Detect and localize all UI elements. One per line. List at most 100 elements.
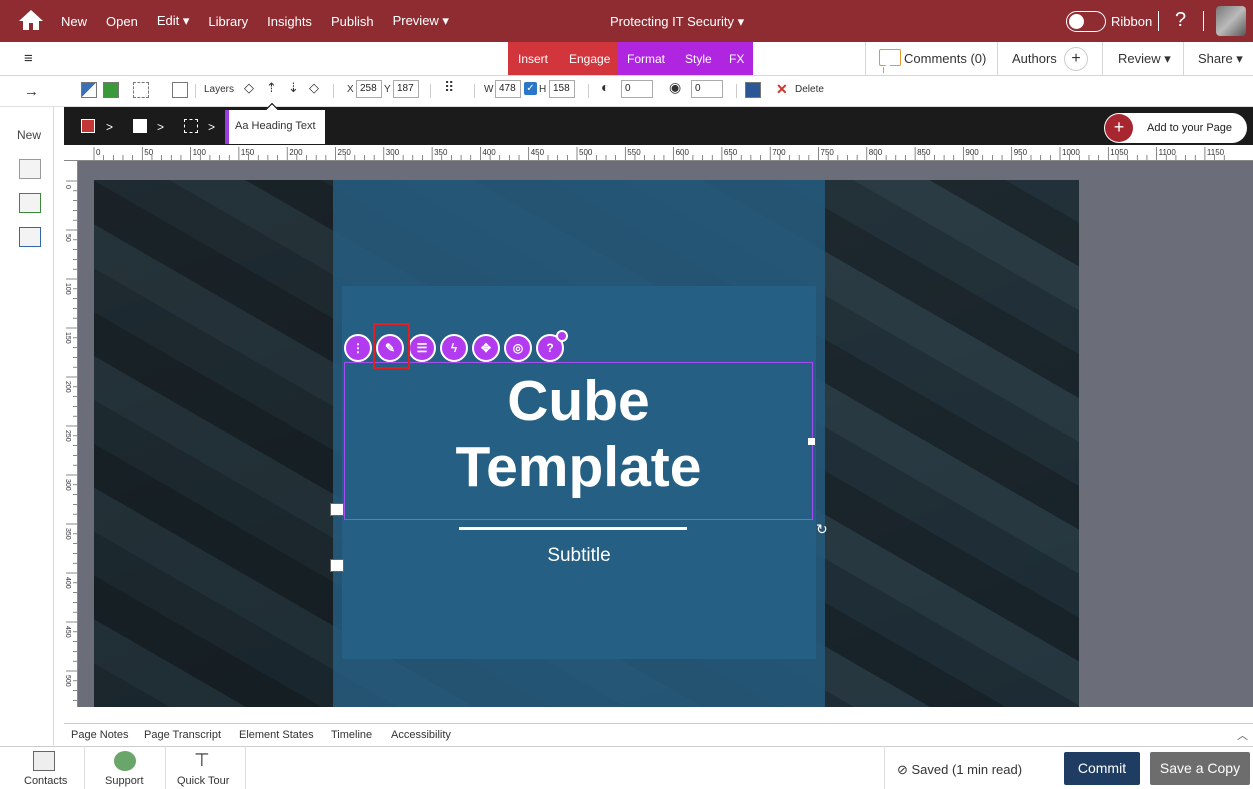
crumb-separator: > bbox=[106, 120, 114, 134]
ruler-label: 300 bbox=[386, 148, 400, 157]
menu-library[interactable]: Library bbox=[208, 14, 248, 29]
authors-label[interactable]: Authors bbox=[1012, 51, 1057, 66]
menu-open[interactable]: Open bbox=[106, 14, 138, 29]
tab-insert[interactable]: Insert bbox=[518, 52, 548, 66]
menu-edit[interactable]: Edit ▾ bbox=[157, 13, 190, 29]
layer-send-back-icon[interactable]: ◇ bbox=[309, 80, 319, 96]
border-icon[interactable] bbox=[133, 82, 149, 98]
heading-crumb[interactable]: Aa Heading Text bbox=[225, 110, 325, 144]
grid-icon[interactable]: ⠿ bbox=[444, 79, 454, 96]
tab-style[interactable]: Style bbox=[685, 52, 712, 66]
horizontal-ruler: 0 50 100 150 200 250 300 350 400 450 500 550 600 650 7… bbox=[64, 145, 1253, 161]
x-input[interactable]: 258 bbox=[356, 80, 382, 98]
menu-insights[interactable]: Insights bbox=[267, 14, 312, 29]
opacity-icon: ◐ bbox=[601, 79, 610, 95]
review-button[interactable]: Review ▾ bbox=[1118, 51, 1171, 67]
move-icon[interactable]: ✥ bbox=[472, 334, 500, 362]
menu-publish[interactable]: Publish bbox=[331, 14, 374, 29]
more-options-icon[interactable]: ⋮ bbox=[344, 334, 372, 362]
tab-accessibility[interactable]: Accessibility bbox=[391, 729, 451, 741]
support-icon[interactable] bbox=[114, 751, 136, 771]
image-placeholder-icon[interactable] bbox=[330, 559, 344, 572]
home-icon[interactable] bbox=[18, 9, 44, 31]
hamburger-icon[interactable]: ≡ bbox=[24, 50, 33, 67]
target-icon[interactable]: ◎ bbox=[504, 334, 532, 362]
add-author-button[interactable]: + bbox=[1064, 47, 1088, 71]
settings-sliders-icon[interactable]: ☰ bbox=[408, 334, 436, 362]
lock-ratio-checkbox[interactable]: ✓ bbox=[524, 82, 537, 95]
group-crumb-icon[interactable] bbox=[184, 119, 198, 133]
word-icon[interactable] bbox=[745, 82, 761, 98]
add-to-page-button[interactable]: + Add to your Page bbox=[1104, 113, 1247, 143]
tab-page-transcript[interactable]: Page Transcript bbox=[144, 729, 221, 741]
edit-box-icon[interactable] bbox=[172, 82, 188, 98]
tab-fx[interactable]: FX bbox=[729, 52, 744, 66]
page-crumb-icon[interactable] bbox=[133, 119, 147, 133]
menu-new[interactable]: New bbox=[61, 14, 87, 29]
rotate-icon[interactable]: ↻ bbox=[816, 521, 828, 538]
resize-handle[interactable] bbox=[808, 438, 815, 445]
arrow-right-icon[interactable]: → bbox=[24, 83, 39, 100]
ruler-label: 200 bbox=[64, 381, 71, 393]
quick-tour-button[interactable]: Quick Tour bbox=[177, 775, 229, 787]
avatar[interactable] bbox=[1216, 6, 1246, 36]
layer-forward-icon[interactable]: ⇡ bbox=[266, 80, 277, 96]
divider-line[interactable] bbox=[459, 527, 687, 530]
ruler-label: 0 bbox=[64, 185, 71, 189]
delete-icon[interactable]: ✕ bbox=[776, 81, 788, 98]
ruler-label: 400 bbox=[482, 148, 496, 157]
height-input[interactable]: 158 bbox=[549, 80, 575, 98]
delete-button[interactable]: Delete bbox=[795, 84, 824, 95]
tab-engage[interactable]: Engage bbox=[569, 52, 610, 66]
ruler-label: 100 bbox=[64, 283, 71, 295]
ruler-label: 200 bbox=[289, 148, 303, 157]
layer-bring-front-icon[interactable]: ◇ bbox=[244, 80, 254, 96]
ruler-label: 0 bbox=[96, 148, 101, 157]
y-input[interactable]: 187 bbox=[393, 80, 419, 98]
layers-label: Layers bbox=[204, 84, 235, 95]
rotation-input[interactable]: 0 bbox=[691, 80, 723, 98]
ribbon-toggle[interactable] bbox=[1066, 11, 1106, 32]
lightning-icon[interactable]: ϟ bbox=[440, 334, 468, 362]
ruler-label: 250 bbox=[64, 430, 71, 442]
tab-timeline[interactable]: Timeline bbox=[331, 729, 372, 741]
check-circle-icon: ⊘ bbox=[897, 762, 912, 777]
menu-preview[interactable]: Preview ▾ bbox=[393, 13, 449, 29]
question-page-icon[interactable] bbox=[19, 193, 41, 213]
tab-element-states[interactable]: Element States bbox=[239, 729, 314, 741]
commit-button[interactable]: Commit bbox=[1064, 752, 1140, 785]
divider bbox=[195, 84, 196, 98]
search-page-icon[interactable] bbox=[19, 227, 41, 247]
help-button[interactable]: ? bbox=[1175, 9, 1186, 32]
ruler-label: 300 bbox=[64, 479, 71, 491]
share-button[interactable]: Share ▾ bbox=[1198, 51, 1243, 67]
image-placeholder-icon[interactable] bbox=[330, 503, 344, 516]
comment-icon bbox=[879, 49, 901, 66]
tab-page-notes[interactable]: Page Notes bbox=[71, 729, 128, 741]
course-crumb-icon[interactable] bbox=[81, 119, 95, 133]
comments-button[interactable]: Comments (0) bbox=[904, 51, 986, 66]
chevron-up-icon[interactable]: ︿ bbox=[1237, 727, 1248, 743]
ruler-label: 950 bbox=[1014, 148, 1028, 157]
fill-color-icon[interactable] bbox=[81, 82, 97, 98]
divider bbox=[997, 42, 998, 75]
support-button[interactable]: Support bbox=[105, 775, 144, 787]
ruler-label: 250 bbox=[338, 148, 352, 157]
width-input[interactable]: 478 bbox=[495, 80, 521, 98]
opacity-input[interactable]: 0 bbox=[621, 80, 653, 98]
ruler-label: 150 bbox=[64, 332, 71, 344]
contacts-icon[interactable] bbox=[33, 751, 55, 771]
signpost-icon[interactable]: ⊤ bbox=[194, 751, 216, 771]
image-icon[interactable] bbox=[103, 82, 119, 98]
tab-format[interactable]: Format bbox=[627, 52, 665, 66]
subtitle-text[interactable]: Subtitle bbox=[342, 545, 816, 567]
new-label[interactable]: New bbox=[17, 128, 41, 142]
top-bar: New Open Edit ▾ Library Insights Publish… bbox=[0, 0, 1253, 42]
layer-backward-icon[interactable]: ⇣ bbox=[288, 80, 299, 96]
ruler-label: 500 bbox=[64, 675, 71, 687]
page-layout-icon[interactable] bbox=[19, 159, 41, 179]
save-copy-button[interactable]: Save a Copy bbox=[1150, 752, 1250, 785]
heading-text[interactable]: Cube Template bbox=[344, 368, 813, 500]
document-title[interactable]: Protecting IT Security ▾ bbox=[610, 14, 744, 30]
contacts-button[interactable]: Contacts bbox=[24, 775, 67, 787]
